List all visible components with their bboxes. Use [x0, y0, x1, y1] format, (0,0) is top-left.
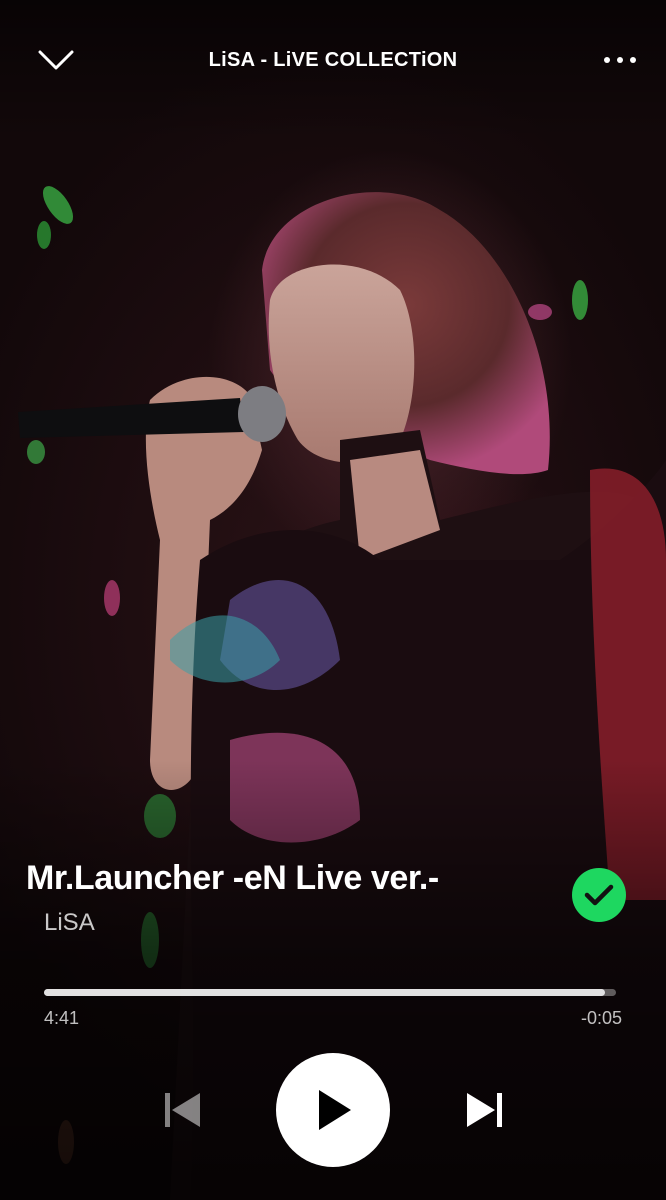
play-button[interactable]: [276, 1053, 390, 1167]
track-title[interactable]: Mr.Launcher -eN Live ver.-: [26, 852, 546, 904]
collapse-button[interactable]: [32, 42, 80, 78]
progress-fill: [44, 989, 605, 996]
liked-button[interactable]: [572, 868, 626, 922]
time-remaining: -0:05: [580, 1008, 622, 1028]
next-button[interactable]: [461, 1086, 509, 1134]
progress-bar[interactable]: [44, 985, 616, 1009]
previous-button[interactable]: [158, 1086, 206, 1134]
more-options-button[interactable]: [596, 42, 644, 78]
header: LiSA - LiVE COLLECTiON: [0, 28, 666, 92]
now-playing-screen: LiSA - LiVE COLLECTiON Mr.Launcher -eN L…: [0, 0, 666, 1200]
more-options-icon: [604, 57, 636, 63]
time-elapsed: 4:41: [44, 1008, 80, 1028]
chevron-down-icon: [38, 50, 74, 70]
check-icon: [584, 884, 614, 906]
skip-previous-icon: [165, 1093, 200, 1127]
skip-next-icon: [467, 1093, 502, 1127]
play-icon: [319, 1090, 351, 1130]
context-title: LiSA - LiVE COLLECTiON: [208, 48, 458, 71]
track-artist[interactable]: LiSA: [44, 906, 95, 940]
